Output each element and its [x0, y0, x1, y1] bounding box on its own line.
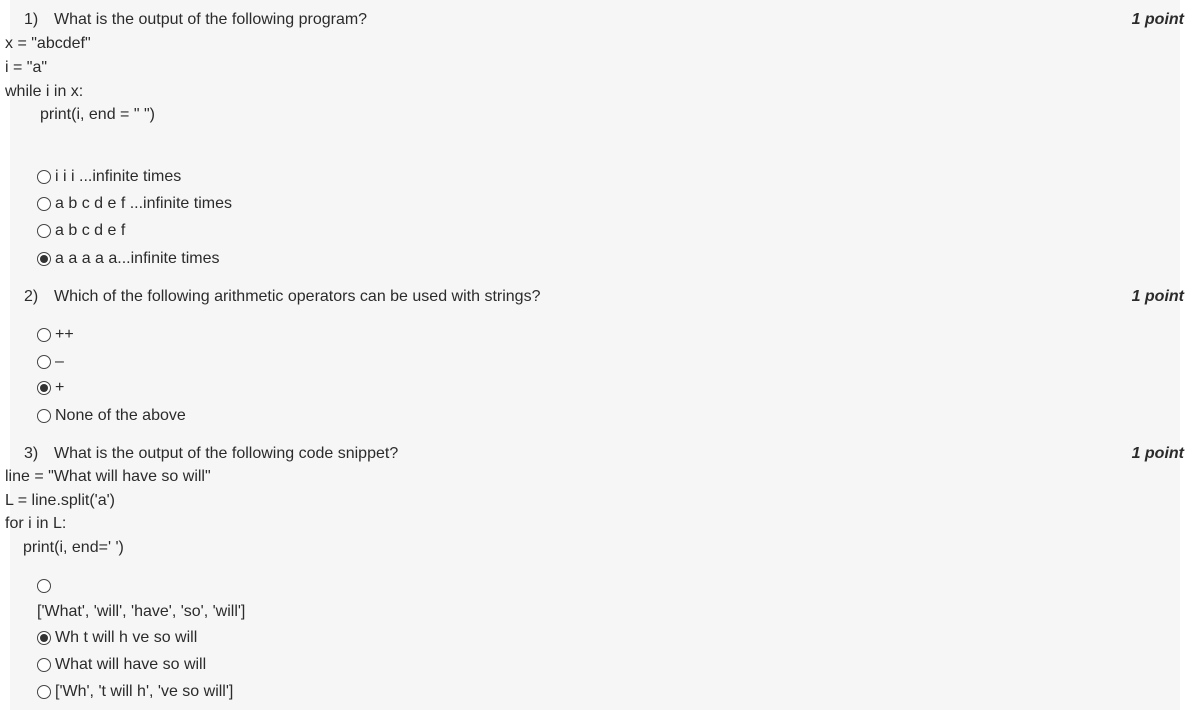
- radio-button[interactable]: [37, 579, 51, 593]
- option-label: i i i ...infinite times: [55, 168, 182, 185]
- option[interactable]: [37, 575, 55, 597]
- code-line: print(i, end=' '): [23, 539, 124, 556]
- question-points: 1 point: [1131, 288, 1184, 305]
- question-title: 3) What is the output of the following co…: [24, 445, 398, 463]
- option-label: ['Wh', 't will h', 've so will']: [55, 683, 234, 700]
- question-title: 2) Which of the following arithmetic oper…: [24, 288, 540, 306]
- code-line: print(i, end = " "): [40, 106, 155, 123]
- option[interactable]: ['Wh', 't will h', 've so will']: [37, 681, 233, 703]
- option-label: ['What', 'will', 'have', 'so', 'will']: [37, 603, 246, 620]
- radio-button[interactable]: [37, 224, 51, 238]
- option[interactable]: ++: [37, 324, 74, 346]
- radio-button[interactable]: [37, 658, 51, 672]
- question-points: 1 point: [1131, 445, 1184, 462]
- radio-button[interactable]: [37, 355, 51, 369]
- option[interactable]: +: [37, 377, 64, 399]
- question-title: 1) What is the output of the following pr…: [24, 11, 367, 29]
- code-line: i = "a": [5, 59, 48, 76]
- code-line: x = "abcdef": [5, 35, 91, 52]
- option[interactable]: i i i ...infinite times: [37, 166, 181, 188]
- option-label: None of the above: [55, 407, 186, 424]
- question-3: 3) What is the output of the following co…: [5, 436, 1184, 710]
- radio-button-selected[interactable]: [37, 381, 51, 395]
- question-number: 2): [24, 288, 39, 305]
- option[interactable]: a b c d e f: [37, 220, 125, 242]
- radio-button[interactable]: [37, 197, 51, 211]
- option[interactable]: What will have so will: [37, 654, 206, 676]
- option-label: +: [55, 379, 65, 396]
- radio-button-selected[interactable]: [37, 631, 51, 645]
- code-line: while i in x:: [5, 83, 84, 100]
- option-label: a a a a a...infinite times: [55, 250, 220, 267]
- question-text: What is the output of the following prog…: [54, 11, 368, 28]
- code-line: line = "What will have so will": [5, 468, 211, 485]
- option[interactable]: Wh t will h ve so will: [37, 627, 197, 649]
- question-points: 1 point: [1131, 11, 1184, 28]
- option[interactable]: –: [37, 351, 64, 373]
- question-text: What is the output of the following code…: [54, 445, 399, 462]
- option-label: –: [55, 353, 64, 370]
- code-line: L = line.split('a'): [5, 492, 116, 509]
- radio-button[interactable]: [37, 685, 51, 699]
- radio-button[interactable]: [37, 328, 51, 342]
- option-label: What will have so will: [55, 656, 207, 673]
- question-number: 3): [24, 445, 39, 462]
- question-text: Which of the following arithmetic operat…: [54, 288, 541, 305]
- radio-button[interactable]: [37, 409, 51, 423]
- option-label: ++: [55, 326, 74, 343]
- option[interactable]: a b c d e f ...infinite times: [37, 193, 232, 215]
- option-label: a b c d e f: [55, 222, 126, 239]
- radio-button-selected[interactable]: [37, 252, 51, 266]
- question-number: 1): [24, 11, 39, 28]
- option[interactable]: a a a a a...infinite times: [37, 248, 220, 270]
- code-line: for i in L:: [5, 515, 67, 532]
- option-label: a b c d e f ...infinite times: [55, 195, 232, 212]
- question-1: 1) What is the output of the following pr…: [5, 0, 1184, 280]
- option-label: Wh t will h ve so will: [55, 629, 198, 646]
- radio-button[interactable]: [37, 170, 51, 184]
- question-2: 2) Which of the following arithmetic oper…: [10, 280, 1184, 436]
- option[interactable]: None of the above: [37, 405, 186, 427]
